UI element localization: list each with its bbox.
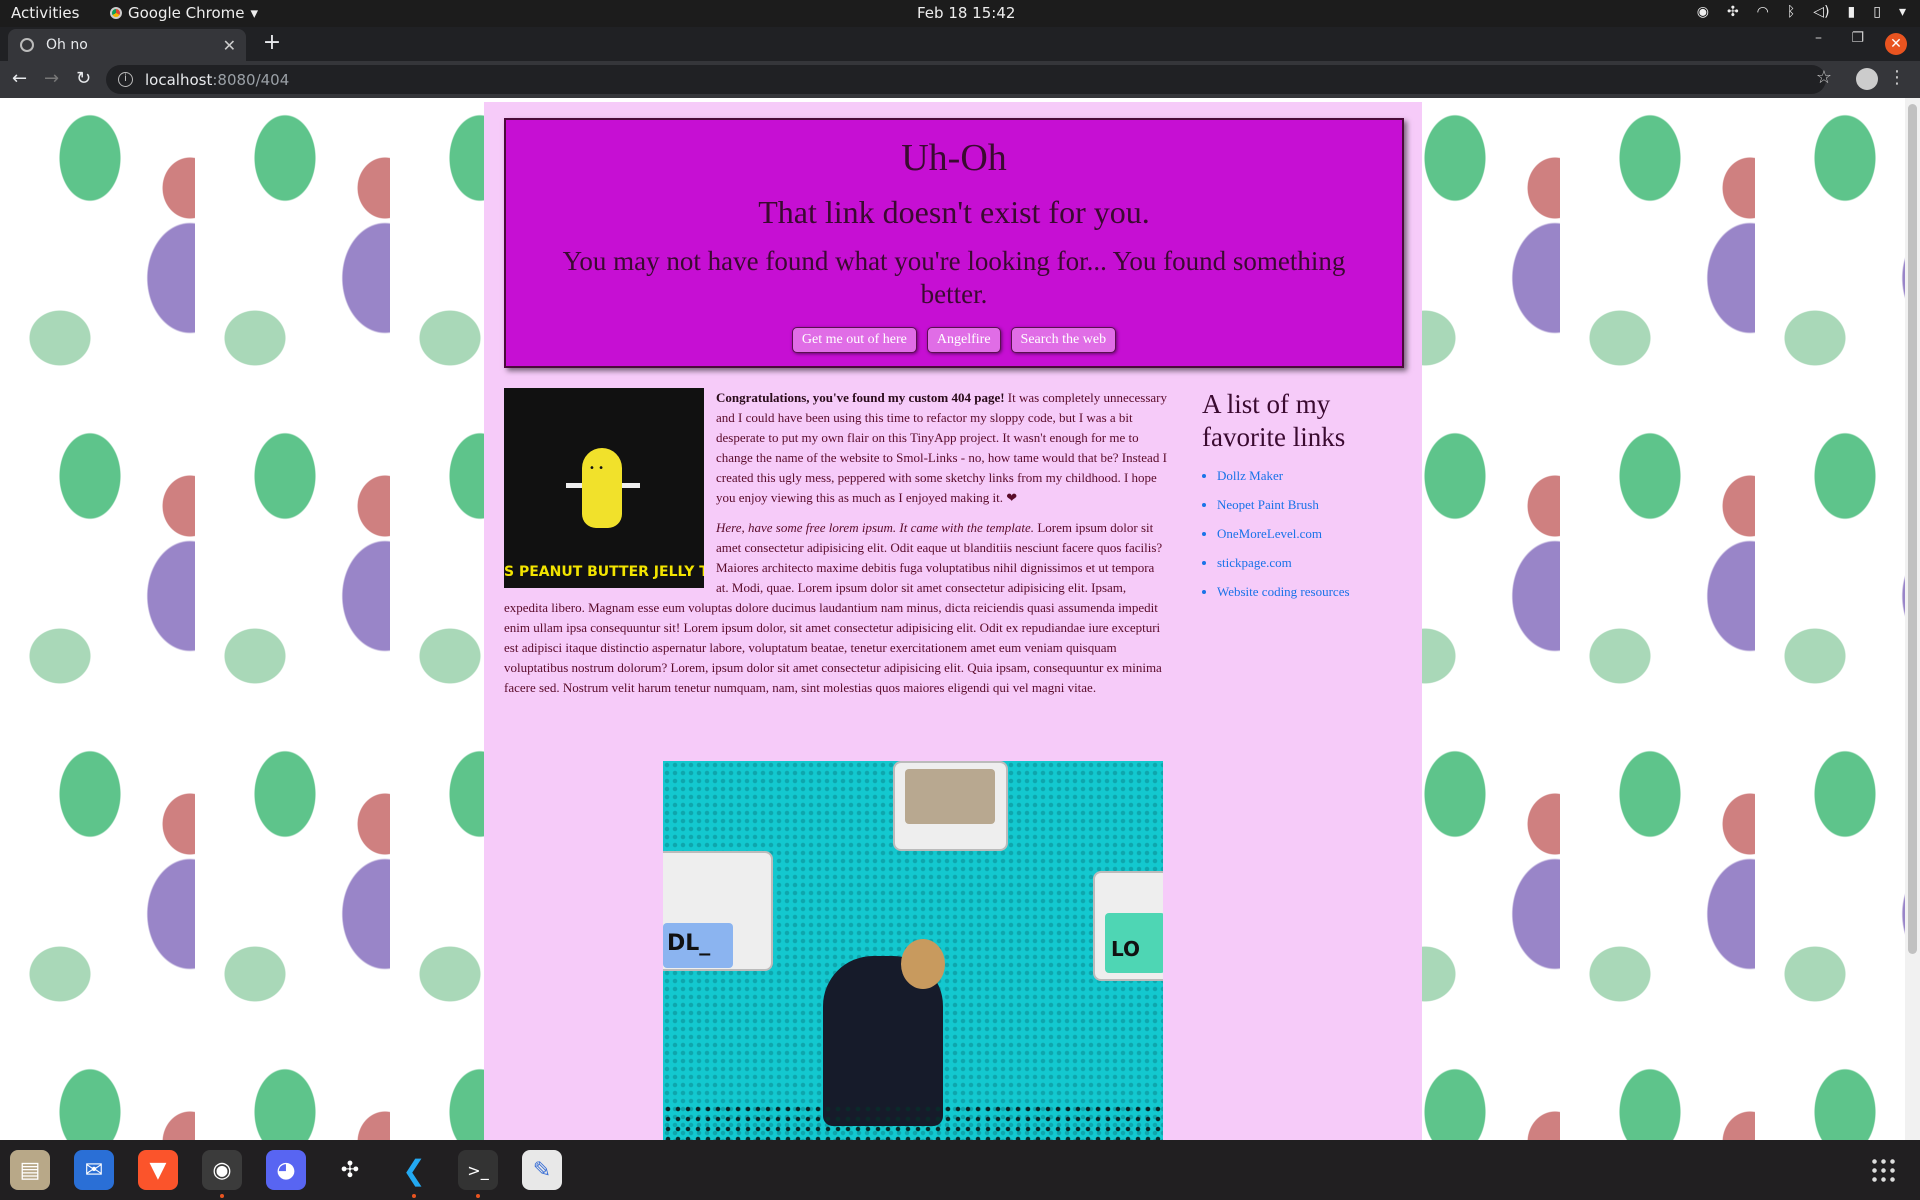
vscode-icon[interactable]: ❮ <box>394 1150 434 1190</box>
favorites-sidebar: A list of my favorite links Dollz Maker … <box>1202 388 1412 613</box>
cat-screen <box>905 769 995 824</box>
restore-icon[interactable]: ❐ <box>1851 30 1864 46</box>
lorem-italic: Here, have some free lorem ipsum. It cam… <box>716 520 1035 535</box>
globe-icon <box>20 38 34 52</box>
page-title: Uh-Oh <box>901 137 1007 179</box>
volume-icon[interactable]: ◁) <box>1813 4 1829 20</box>
image-float-spacer <box>504 388 716 588</box>
tab-oh-no[interactable]: Oh no ✕ <box>8 29 246 61</box>
minimize-icon[interactable]: – <box>1815 30 1822 46</box>
chrome-dock-icon[interactable]: ◉ <box>202 1150 242 1190</box>
link-dollz-maker[interactable]: Dollz Maker <box>1217 468 1283 483</box>
favorites-list: Dollz Maker Neopet Paint Brush OneMoreLe… <box>1202 468 1412 600</box>
monitor-cat <box>893 761 1008 851</box>
files-icon[interactable]: ▤ <box>10 1150 50 1190</box>
surfer-image: DL_ LO <box>663 761 1163 1140</box>
system-top-bar: Activities Google Chrome ▾ Feb 18 15:42 … <box>0 0 1920 27</box>
address-bar[interactable]: i localhost:8080/404 <box>106 65 1826 94</box>
terminal-icon[interactable]: >_ <box>458 1150 498 1190</box>
list-item: stickpage.com <box>1217 555 1412 571</box>
slack-tray-icon[interactable]: ✣ <box>1727 4 1739 20</box>
get-me-out-button[interactable]: Get me out of here <box>791 327 917 353</box>
link-onemorelevel[interactable]: OneMoreLevel.com <box>1217 526 1322 541</box>
article-body: Congratulations, you've found my custom … <box>504 388 1169 708</box>
surfer-head <box>901 939 945 989</box>
right-screen: LO <box>1105 913 1163 973</box>
browser-toolbar: ← → ↻ i localhost:8080/404 ☆ ⋮ <box>0 61 1920 98</box>
forward-arrow-icon[interactable]: → <box>44 68 59 89</box>
microphone-icon[interactable]: ▮ <box>1848 4 1856 20</box>
power-menu-icon[interactable]: ▾ <box>1899 4 1906 20</box>
halftone-dots <box>663 1104 1163 1140</box>
scrollbar-thumb[interactable] <box>1908 104 1917 954</box>
text-editor-icon[interactable]: ✎ <box>522 1150 562 1190</box>
window-close-button[interactable]: ✕ <box>1885 33 1907 55</box>
url-host: localhost <box>145 70 213 89</box>
list-item: OneMoreLevel.com <box>1217 526 1412 542</box>
new-tab-button[interactable]: + <box>258 29 286 57</box>
tab-strip: Oh no ✕ + – ❐ ✕ <box>0 27 1920 61</box>
menu-dots-icon[interactable]: ⋮ <box>1888 67 1906 88</box>
system-tray[interactable]: ◉ ✣ ◠ ᛒ ◁) ▮ ▯ ▾ <box>1697 4 1906 20</box>
close-icon[interactable]: ✕ <box>223 36 236 55</box>
discord-icon[interactable]: ◕ <box>266 1150 306 1190</box>
intro-text: It was completely unnecessary and I coul… <box>716 390 1167 505</box>
running-indicator <box>220 1194 224 1198</box>
running-indicator <box>476 1194 480 1198</box>
app-menu[interactable]: Google Chrome ▾ <box>110 4 258 22</box>
thunderbird-icon[interactable]: ✉ <box>74 1150 114 1190</box>
brave-icon[interactable]: ▼ <box>138 1150 178 1190</box>
link-stickpage[interactable]: stickpage.com <box>1217 555 1292 570</box>
dock: ▤ ✉ ▼ ◉ ◕ ✣ ❮ >_ ✎ <box>0 1140 1920 1200</box>
slack-icon[interactable]: ✣ <box>330 1150 370 1190</box>
hero-banner: Uh-Oh That link doesn't exist for you. Y… <box>504 118 1404 368</box>
search-web-button[interactable]: Search the web <box>1010 327 1117 353</box>
list-item: Neopet Paint Brush <box>1217 497 1412 513</box>
reload-icon[interactable]: ↻ <box>76 68 91 89</box>
mail-screen: DL_ <box>663 923 733 968</box>
running-indicator <box>412 1194 416 1198</box>
intro-bold: Congratulations, you've found my custom … <box>716 390 1005 405</box>
angelfire-button[interactable]: Angelfire <box>926 327 1001 353</box>
chrome-icon <box>110 7 122 19</box>
wifi-icon[interactable]: ◠ <box>1757 4 1769 20</box>
tab-title: Oh no <box>46 37 88 53</box>
monitor-mail: DL_ <box>663 851 773 971</box>
list-item: Website coding resources <box>1217 584 1412 600</box>
profile-avatar[interactable] <box>1856 68 1878 90</box>
link-neopet-paint-brush[interactable]: Neopet Paint Brush <box>1217 497 1319 512</box>
link-coding-resources[interactable]: Website coding resources <box>1217 584 1350 599</box>
url-path: :8080/404 <box>212 70 290 89</box>
page-message: You may not have found what you're looki… <box>562 246 1346 309</box>
favorites-title: A list of my favorite links <box>1202 389 1346 452</box>
discord-tray-icon[interactable]: ◉ <box>1697 4 1709 20</box>
site-info-icon[interactable]: i <box>118 72 133 87</box>
page-scrollbar[interactable] <box>1905 98 1920 1140</box>
page-viewport: Uh-Oh That link doesn't exist for you. Y… <box>0 98 1920 1140</box>
chevron-down-icon: ▾ <box>250 4 259 22</box>
back-arrow-icon[interactable]: ← <box>12 68 27 89</box>
bookmark-star-icon[interactable]: ☆ <box>1816 67 1832 88</box>
battery-icon[interactable]: ▯ <box>1873 4 1881 20</box>
clock[interactable]: Feb 18 15:42 <box>917 4 1015 22</box>
list-item: Dollz Maker <box>1217 468 1412 484</box>
app-menu-label: Google Chrome <box>128 4 245 22</box>
monitor-right: LO <box>1093 871 1163 981</box>
activities-button[interactable]: Activities <box>11 4 79 22</box>
page-subtitle: That link doesn't exist for you. <box>758 194 1150 230</box>
show-apps-grid-icon[interactable] <box>1870 1157 1896 1183</box>
hero-buttons: Get me out of here Angelfire Search the … <box>506 327 1402 353</box>
page-container: Uh-Oh That link doesn't exist for you. Y… <box>484 102 1422 1140</box>
bluetooth-icon[interactable]: ᛒ <box>1787 4 1795 20</box>
